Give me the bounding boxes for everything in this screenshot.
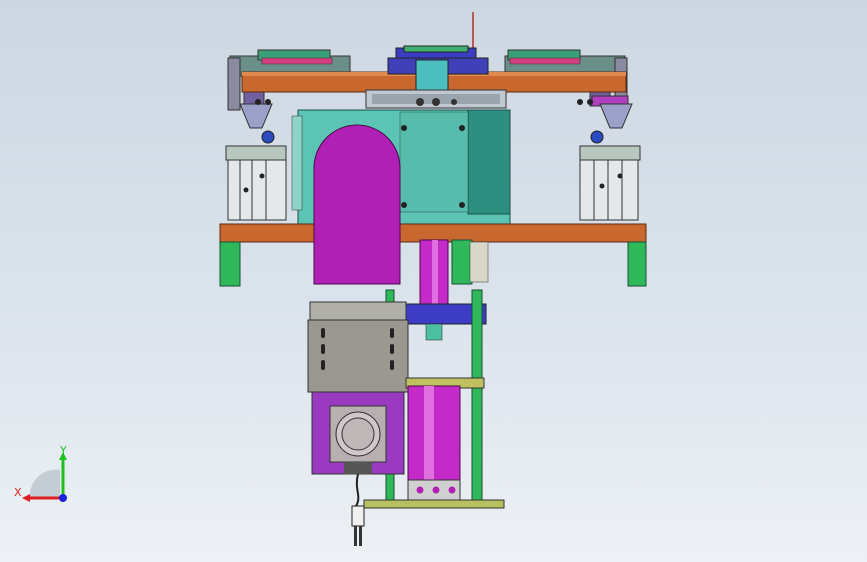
x-axis-label: X bbox=[14, 486, 22, 499]
cad-viewport[interactable]: Y X bbox=[0, 0, 867, 562]
orange-frame-bar bbox=[219, 223, 647, 243]
olive-base-plate bbox=[363, 499, 505, 509]
right-foot bbox=[627, 241, 647, 287]
purple-motor bbox=[311, 391, 405, 475]
green-rod-right bbox=[471, 289, 483, 501]
coordinate-triad: Y X bbox=[14, 444, 67, 502]
center-foot bbox=[451, 239, 473, 285]
z-axis-dot-icon bbox=[59, 494, 67, 502]
gray-slide-block bbox=[307, 301, 409, 393]
x-axis-arrowhead-icon bbox=[22, 494, 30, 502]
magenta-shaft-highlight bbox=[432, 240, 438, 310]
gripper-body bbox=[351, 505, 365, 527]
gripper-finger-left bbox=[354, 526, 357, 546]
cable bbox=[355, 473, 360, 507]
right-cylinder-block bbox=[579, 130, 641, 221]
triad-background-icon bbox=[29, 469, 60, 498]
gripper-finger-right bbox=[359, 526, 362, 546]
left-cylinder-block bbox=[225, 130, 287, 221]
y-axis-label: Y bbox=[59, 444, 67, 457]
coupling bbox=[425, 323, 443, 341]
machine-assembly-model[interactable] bbox=[0, 0, 867, 562]
magenta-arch-cover bbox=[313, 124, 401, 285]
sensor-block bbox=[469, 241, 489, 283]
left-foot bbox=[219, 241, 241, 287]
